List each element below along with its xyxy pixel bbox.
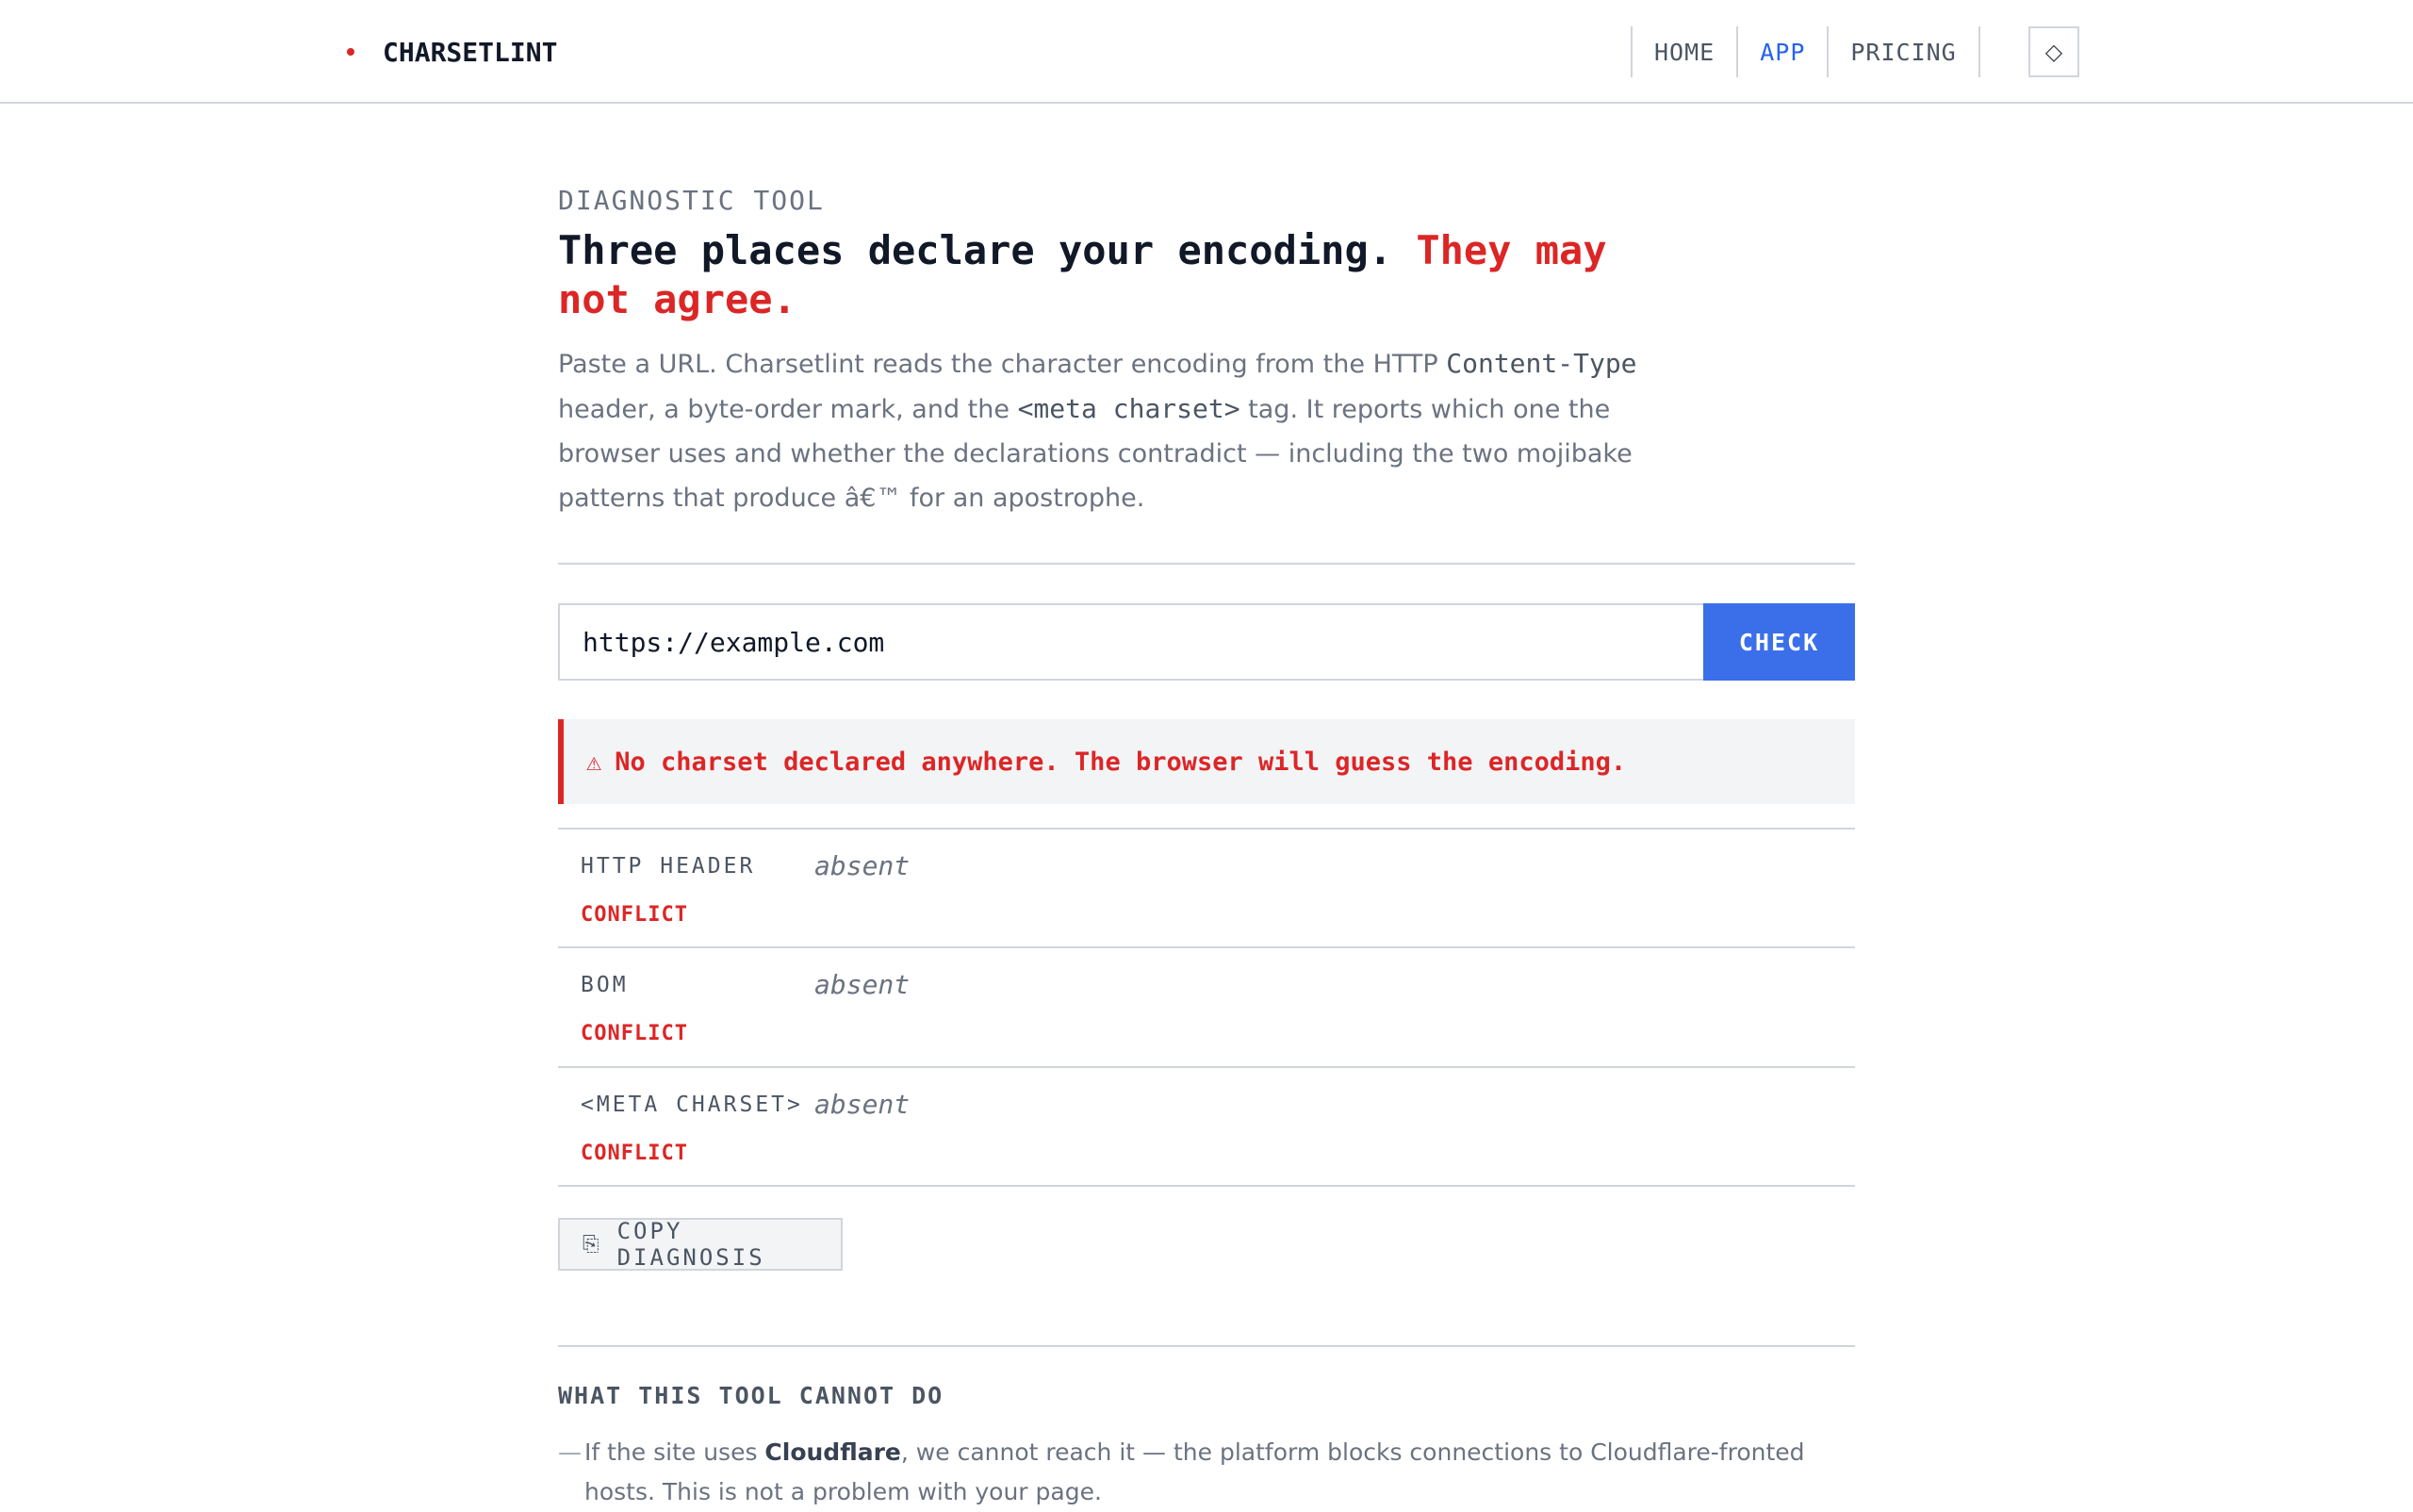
check-button[interactable]: CHECK (1703, 603, 1855, 681)
copy-diagnosis-button[interactable]: ⎘ COPY DIAGNOSIS (558, 1218, 843, 1271)
divider (558, 1345, 1855, 1347)
result-value: absent (814, 1089, 911, 1120)
intro-code-meta-charset: <meta charset> (1017, 393, 1240, 424)
limit-text-bold: Cloudflare (764, 1438, 901, 1466)
divider (558, 563, 1855, 565)
warning-banner: ⚠ No charset declared anywhere. The brow… (558, 719, 1855, 804)
url-input[interactable] (558, 603, 1703, 681)
limit-text: If the site uses Cloudflare, we cannot r… (584, 1433, 1855, 1512)
headline-main: Three places declare your encoding. (558, 227, 1393, 273)
status-badge: CONFLICT (581, 1022, 688, 1045)
intro-code-content-type: Content-Type (1446, 348, 1637, 379)
theme-toggle-button[interactable]: ◇ (2028, 26, 2079, 77)
top-bar: CHARSETLINT HOME APP PRICING ◇ (0, 0, 2413, 104)
nav-app[interactable]: APP (1736, 26, 1827, 77)
status-badge: CONFLICT (581, 1142, 688, 1165)
limits-title: WHAT THIS TOOL CANNOT DO (558, 1382, 944, 1409)
limit-text-before: If the site uses (584, 1438, 765, 1466)
results-bottom-divider (558, 1185, 1855, 1187)
result-label: <META CHARSET> (581, 1093, 803, 1117)
intro-text-2: header, a byte-order mark, and the (558, 395, 1018, 424)
copy-diagnosis-label: COPY DIAGNOSIS (616, 1218, 765, 1271)
intro-paragraph: Paste a URL. Charsetlint reads the chara… (558, 341, 1689, 520)
result-row-meta-charset: <META CHARSET> absent CONFLICT (558, 1066, 1855, 1185)
result-row-bom: BOM absent CONFLICT (558, 946, 1855, 1065)
url-form: CHECK (558, 603, 1855, 681)
eyebrow-label: DIAGNOSTIC TOOL (558, 185, 825, 216)
result-label: HTTP HEADER (581, 854, 756, 879)
status-badge: CONFLICT (581, 903, 688, 927)
warning-icon: ⚠ (586, 747, 602, 777)
warning-text: No charset declared anywhere. The browse… (615, 747, 1627, 777)
list-item: — If the site uses Cloudflare, we cannot… (558, 1433, 1855, 1512)
result-value: absent (814, 969, 911, 1000)
nav-pricing[interactable]: PRICING (1827, 26, 1980, 77)
page-title: Three places declare your encoding. They… (558, 226, 1689, 324)
result-value: absent (814, 850, 911, 881)
brand-name: CHARSETLINT (383, 36, 558, 68)
main-nav: HOME APP PRICING (1631, 26, 1980, 77)
brand[interactable]: CHARSETLINT (347, 0, 557, 104)
diamond-icon: ◇ (2044, 39, 2063, 65)
brand-dot-icon (347, 48, 354, 56)
intro-text-1: Paste a URL. Charsetlint reads the chara… (558, 350, 1447, 379)
nav-home[interactable]: HOME (1631, 26, 1736, 77)
dash-bullet: — (558, 1438, 582, 1466)
result-row-http-header: HTTP HEADER absent CONFLICT (558, 828, 1855, 946)
copy-icon: ⎘ (583, 1232, 602, 1257)
result-label: BOM (581, 973, 629, 997)
